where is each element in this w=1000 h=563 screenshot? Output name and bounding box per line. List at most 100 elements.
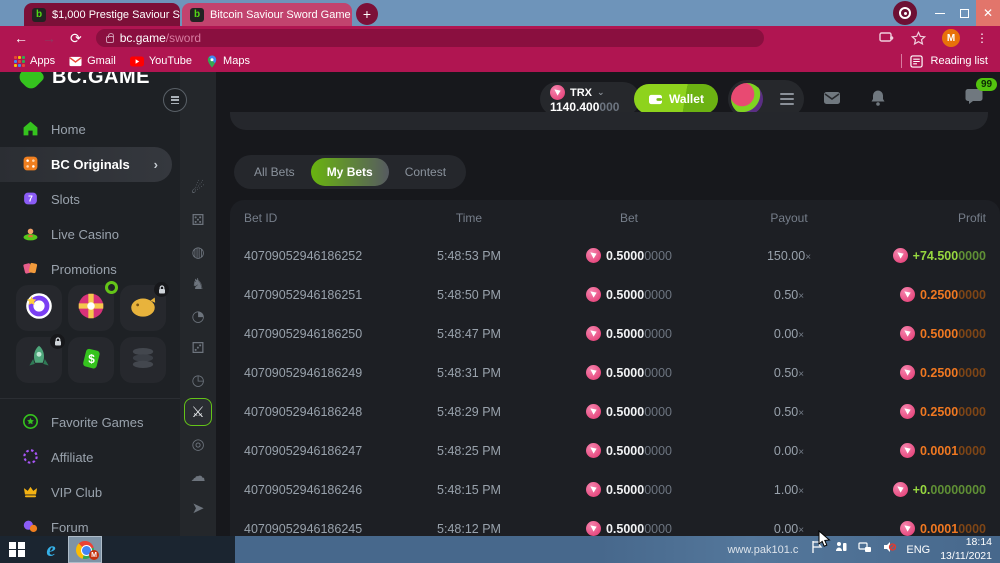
tab-contest[interactable]: Contest [389,158,462,186]
payout-multiplier: 0.50× [714,405,864,419]
bet-id: 40709052946186246 [244,483,394,497]
window-maximize-button[interactable] [952,0,976,26]
tray-volume-muted-icon[interactable] [882,540,896,559]
game-icon-limbo[interactable]: ◷ [184,366,212,394]
wallpaper-watermark: www.pak101.c [727,544,798,556]
game-icon-classic-dice[interactable]: ⚄ [184,206,212,234]
table-row[interactable]: 407090529461862525:48:53 PM0.50000000150… [244,236,986,275]
piggy-bank-game[interactable] [120,285,166,331]
tab-all-bets[interactable]: All Bets [238,158,311,186]
media-control-icon[interactable] [893,1,917,25]
back-button[interactable]: ← [14,30,28,46]
send-to-device-icon[interactable] [879,30,895,46]
sidebar-item-promotions[interactable]: Promotions [0,252,180,287]
chevron-right-icon: › [154,157,158,172]
col-header-profit: Profit [864,211,986,225]
tab-title: $1,000 Prestige Saviour Sword C [52,9,180,21]
tray-people-icon[interactable] [834,540,848,559]
rocket-game[interactable] [16,337,62,383]
sidebar: BC.GAME HomeBC Originals›7SlotsLive Casi… [0,72,180,563]
coins-game[interactable] [120,337,166,383]
bet-time: 5:48:47 PM [394,327,544,341]
dollar-tag-game[interactable]: $ [68,337,114,383]
currency-selector[interactable]: TRX ⌄ 1140.400000 [540,82,640,116]
col-header-bet: Bet [544,211,714,225]
bookmark-gmail[interactable]: Gmail [69,55,116,67]
windows-taskbar: e M www.pak101.c ENG 18:14 13/11/2021 [0,536,1000,563]
table-row[interactable]: 407090529461862495:48:31 PM0.500000000.5… [244,353,986,392]
trx-coin-icon [550,85,565,100]
sidebar-item-bc-originals[interactable]: BC Originals› [0,147,172,182]
sidebar-nav-secondary: Favorite GamesAffiliateVIP ClubForum [0,398,180,545]
affiliate-icon [22,448,39,468]
reading-list-button[interactable]: Reading list [931,55,988,67]
refresh-button[interactable]: ⟳ [70,30,82,47]
ssl-lock-icon[interactable] [106,36,114,43]
taskbar-clock[interactable]: 18:14 13/11/2021 [940,536,992,562]
bet-id: 40709052946186252 [244,249,394,263]
browser-tab-1[interactable]: b $1,000 Prestige Saviour Sword C ✕ [24,3,180,26]
game-icon-craps[interactable]: ⚂ [184,334,212,362]
user-avatar[interactable] [731,83,763,115]
mouse-cursor [818,530,832,553]
bet-amount: 0.50000000 [544,404,714,419]
sidebar-item-home[interactable]: Home [0,112,180,147]
internet-explorer-icon[interactable]: e [34,536,68,563]
game-icon-rocket[interactable]: ➤ [184,494,212,522]
chrome-taskbar-icon[interactable]: M [68,536,102,563]
tab-favicon: b [32,8,46,22]
profit-amount: 0.25000000 [864,404,986,419]
sidebar-item-affiliate[interactable]: Affiliate [0,440,180,475]
wheel-game[interactable] [68,285,114,331]
mail-icon[interactable] [822,88,842,113]
game-icon-crash[interactable]: ☄ [184,174,212,202]
forward-button[interactable]: → [42,30,56,46]
browser-menu-icon[interactable]: ⋮ [976,31,988,45]
game-icon-wheel[interactable]: ◎ [184,430,212,458]
address-bar[interactable]: bc.game/sword [96,29,764,47]
game-icon-plinko[interactable]: ◔ [184,302,212,330]
trx-coin-icon [586,404,601,419]
sidebar-item-slots[interactable]: 7Slots [0,182,180,217]
wallet-button[interactable]: Wallet [634,84,718,114]
browser-tab-2[interactable]: b Bitcoin Saviour Sword Game - Pla ✕ [182,3,352,26]
sidebar-item-live-casino[interactable]: Live Casino [0,217,180,252]
sidebar-item-favorite-games[interactable]: Favorite Games [0,405,180,440]
svg-text:7: 7 [28,193,33,203]
sidebar-nav-main: HomeBC Originals›7SlotsLive CasinoPromot… [0,112,180,287]
table-row[interactable]: 407090529461862465:48:15 PM0.500000001.0… [244,470,986,509]
spin-target-game[interactable] [16,285,62,331]
profit-amount: 0.25000000 [864,365,986,380]
notifications-bell-icon[interactable] [868,88,888,113]
bet-time: 5:48:29 PM [394,405,544,419]
bookmark-star-icon[interactable] [911,31,926,46]
table-row[interactable]: 407090529461862515:48:50 PM0.500000000.5… [244,275,986,314]
start-button[interactable] [0,536,34,563]
game-icon-sword[interactable]: ⚔ [184,398,212,426]
screen: b $1,000 Prestige Saviour Sword C ✕ b Bi… [0,0,1000,563]
window-close-button[interactable]: ✕ [976,0,1000,26]
window-minimize-button[interactable] [928,0,952,26]
table-row[interactable]: 407090529461862505:48:47 PM0.500000000.0… [244,314,986,353]
new-tab-button[interactable]: + [356,3,378,25]
game-icon-cloud[interactable]: ☁ [184,462,212,490]
sidebar-item-vip-club[interactable]: VIP Club [0,475,180,510]
table-row[interactable]: 407090529461862485:48:29 PM0.500000000.5… [244,392,986,431]
chat-icon[interactable]: 99 [964,86,984,111]
tray-network-icon[interactable] [858,540,872,559]
language-indicator[interactable]: ENG [906,544,930,556]
tab-my-bets[interactable]: My Bets [311,158,389,186]
bookmark-maps[interactable]: Maps [206,55,250,68]
payout-multiplier: 0.00× [714,444,864,458]
game-icon-hilo[interactable]: ♞ [184,270,212,298]
bookmark-label: YouTube [149,55,192,67]
sidebar-item-label: Affiliate [51,450,93,465]
bookmark-youtube[interactable]: YouTube [130,55,192,67]
bookmark-apps[interactable]: Apps [14,55,55,67]
site-logo[interactable]: BC.GAME [18,72,150,90]
game-icon-coins[interactable]: ◍ [184,238,212,266]
table-row[interactable]: 407090529461862475:48:25 PM0.500000000.0… [244,431,986,470]
sidebar-collapse-button[interactable] [163,88,187,112]
browser-profile-avatar[interactable]: M [942,29,960,47]
chrome-profile-badge: M [89,550,99,560]
